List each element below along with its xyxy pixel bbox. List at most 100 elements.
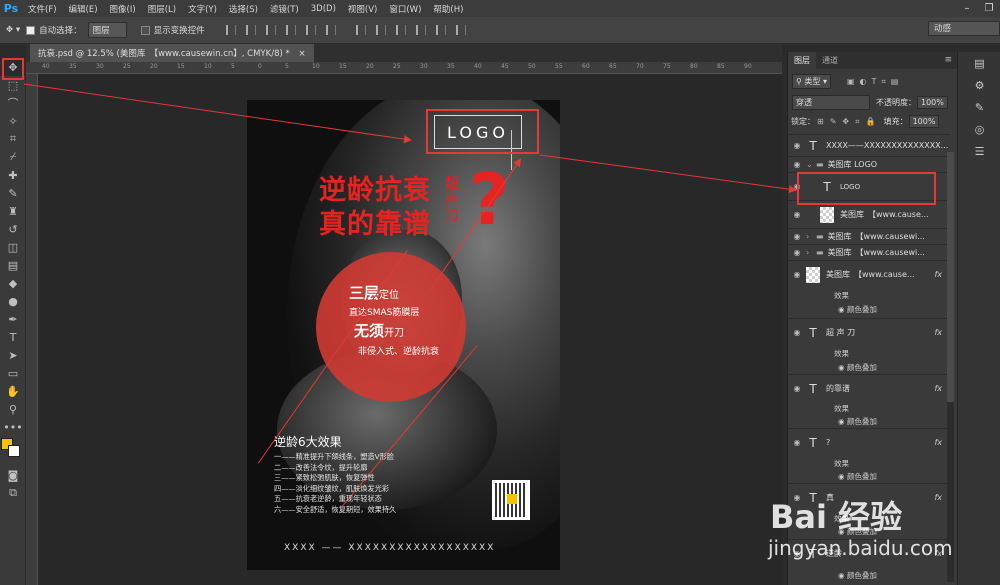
menu-view[interactable]: 视图(V) [342, 3, 383, 15]
history-brush-icon[interactable]: ↺ [0, 220, 26, 238]
document-tab[interactable]: 抗衰.psd @ 12.5% (美图库 【www.causewin.cn】, C… [30, 44, 314, 62]
distribute-vcenter-icon[interactable] [375, 25, 386, 35]
menu-window[interactable]: 窗口(W) [383, 3, 427, 15]
stamp-tool-icon[interactable]: ♜ [0, 202, 26, 220]
workspace-switcher[interactable]: 动感 [928, 21, 1000, 36]
menu-image[interactable]: 图像(I) [104, 3, 142, 15]
eraser-icon[interactable]: ◫ [0, 238, 26, 256]
fx-icon[interactable]: fx [934, 328, 942, 337]
layer-group-row[interactable]: ◉ › ▬ 美图库 【www.causewi... [788, 228, 950, 244]
lock-icons[interactable]: ⊞✎✥⌗🔒 [817, 117, 882, 127]
adjustments-panel-icon[interactable]: ⚙ [958, 74, 1000, 96]
move-tool-icon[interactable]: ✥ ▾ [6, 25, 20, 35]
more-tools-icon[interactable]: ••• [0, 418, 26, 436]
pen-tool-icon[interactable]: ✒ [0, 310, 26, 328]
eye-icon[interactable]: ◉ [838, 305, 845, 314]
scrollbar-thumb[interactable] [947, 152, 954, 402]
eye-icon[interactable]: ◉ [788, 384, 806, 393]
color-swatches[interactable] [0, 436, 26, 466]
layer-row[interactable]: ◉ T 的靠谱 fx [788, 374, 950, 402]
fill-input[interactable]: 100% [908, 115, 940, 128]
crop-tool-icon[interactable]: ⌗ [0, 130, 26, 148]
distribute-bottom-icon[interactable] [395, 25, 406, 35]
auto-select-checkbox[interactable]: 自动选择： [26, 24, 82, 36]
libraries-panel-icon[interactable]: ☰ [958, 140, 1000, 162]
quick-mask-icon[interactable]: ◙ [0, 466, 26, 484]
menu-filter[interactable]: 滤镜(T) [264, 3, 305, 15]
restore-icon[interactable]: ❐ [978, 0, 1000, 17]
shape-tool-icon[interactable]: ▭ [0, 364, 26, 382]
chevron-down-icon[interactable]: ⌄ [806, 160, 816, 169]
fx-icon[interactable]: fx [934, 438, 942, 447]
opacity-input[interactable]: 100% [917, 96, 948, 109]
eye-icon[interactable]: ◉ [838, 417, 845, 426]
chevron-right-icon[interactable]: › [806, 232, 816, 241]
eye-icon[interactable]: ◉ [788, 438, 806, 447]
color-overlay-effect[interactable]: ◉ 颜色叠加 [788, 304, 950, 315]
brush-panel-icon[interactable]: ✎ [958, 96, 1000, 118]
lasso-tool-icon[interactable]: ⌒ [0, 94, 26, 112]
menu-file[interactable]: 文件(F) [22, 3, 63, 15]
color-overlay-effect[interactable]: ◉ 颜色叠加 [788, 471, 950, 482]
poster-document[interactable]: LOGO 逆龄抗衰 真的靠谱 超 声 刀 ? 三层定位 直达SMAS筋膜层 无须… [247, 100, 560, 570]
blur-tool-icon[interactable]: ◆ [0, 274, 26, 292]
background-color[interactable] [8, 445, 20, 457]
align-left-icon[interactable] [285, 25, 296, 35]
color-overlay-effect[interactable]: ◉ 颜色叠加 [788, 362, 950, 373]
align-right-icon[interactable] [325, 25, 336, 35]
eye-icon[interactable]: ◉ [788, 210, 806, 219]
screen-mode-icon[interactable]: ⧉ [0, 484, 26, 502]
dodge-tool-icon[interactable]: ● [0, 292, 26, 310]
eye-icon[interactable]: ◉ [788, 270, 806, 279]
zoom-tool-icon[interactable]: ⚲ [0, 400, 26, 418]
distribute-left-icon[interactable] [415, 25, 426, 35]
eye-icon[interactable]: ◉ [788, 232, 806, 241]
menu-layer[interactable]: 图层(L) [142, 3, 182, 15]
hand-tool-icon[interactable]: ✋ [0, 382, 26, 400]
layer-row[interactable]: ◉ 美图库 【www.cause... fx [788, 260, 950, 288]
styles-panel-icon[interactable]: ◎ [958, 118, 1000, 140]
eye-icon[interactable]: ◉ [788, 248, 806, 257]
layer-row[interactable]: ◉ T XXXX——XXXXXXXXXXXXXX... [788, 134, 950, 156]
path-select-icon[interactable]: ➤ [0, 346, 26, 364]
brush-tool-icon[interactable]: ✎ [0, 184, 26, 202]
properties-panel-icon[interactable]: ▤ [958, 52, 1000, 74]
eye-icon[interactable]: ◉ [788, 160, 806, 169]
align-hcenter-icon[interactable] [305, 25, 316, 35]
close-tab-icon[interactable]: × [298, 49, 305, 59]
chevron-right-icon[interactable]: › [806, 248, 816, 257]
minimize-icon[interactable]: – [956, 0, 978, 17]
panel-menu-icon[interactable]: ≡ [938, 52, 958, 69]
menu-3d[interactable]: 3D(D) [305, 4, 342, 14]
gradient-tool-icon[interactable]: ▤ [0, 256, 26, 274]
tab-layers[interactable]: 图层 [788, 52, 816, 69]
color-overlay-effect[interactable]: ◉ 颜色叠加 [788, 416, 950, 427]
filter-kind-dropdown[interactable]: ⚲ 类型 ▾ [792, 74, 831, 89]
healing-brush-icon[interactable]: ✚ [0, 166, 26, 184]
distribute-top-icon[interactable] [355, 25, 366, 35]
eye-icon[interactable]: ◉ [788, 141, 806, 150]
layer-row[interactable]: ◉ T? fx [788, 428, 950, 456]
menu-select[interactable]: 选择(S) [223, 3, 264, 15]
align-bottom-icon[interactable] [265, 25, 276, 35]
magic-wand-icon[interactable]: ✧ [0, 112, 26, 130]
menu-edit[interactable]: 编辑(E) [63, 3, 104, 15]
filter-icons[interactable]: ▣◐T⌗▤ [847, 77, 904, 87]
distribute-hcenter-icon[interactable] [435, 25, 446, 35]
fx-icon[interactable]: fx [934, 384, 942, 393]
show-transform-checkbox[interactable]: 显示变换控件 [140, 24, 205, 36]
eye-icon[interactable]: ◉ [838, 363, 845, 372]
menu-type[interactable]: 文字(Y) [182, 3, 223, 15]
type-tool-icon[interactable]: T [0, 328, 26, 346]
eye-icon[interactable]: ◉ [788, 328, 806, 337]
eyedropper-icon[interactable]: ⌿ [0, 148, 26, 166]
eye-icon[interactable]: ◉ [838, 472, 845, 481]
layer-group-row[interactable]: ◉ › ▬ 美图库 【www.causewi... [788, 244, 950, 260]
layer-row[interactable]: ◉ T 超 声 刀 fx [788, 318, 950, 346]
align-vcenter-icon[interactable] [245, 25, 256, 35]
auto-select-dropdown[interactable]: 图层 [87, 22, 127, 38]
layer-group-row[interactable]: ◉ ⌄ ▬ 美图库 LOGO [788, 156, 950, 172]
align-top-icon[interactable] [225, 25, 236, 35]
blend-mode-dropdown[interactable]: 穿透 [792, 95, 870, 110]
fx-icon[interactable]: fx [934, 270, 942, 279]
